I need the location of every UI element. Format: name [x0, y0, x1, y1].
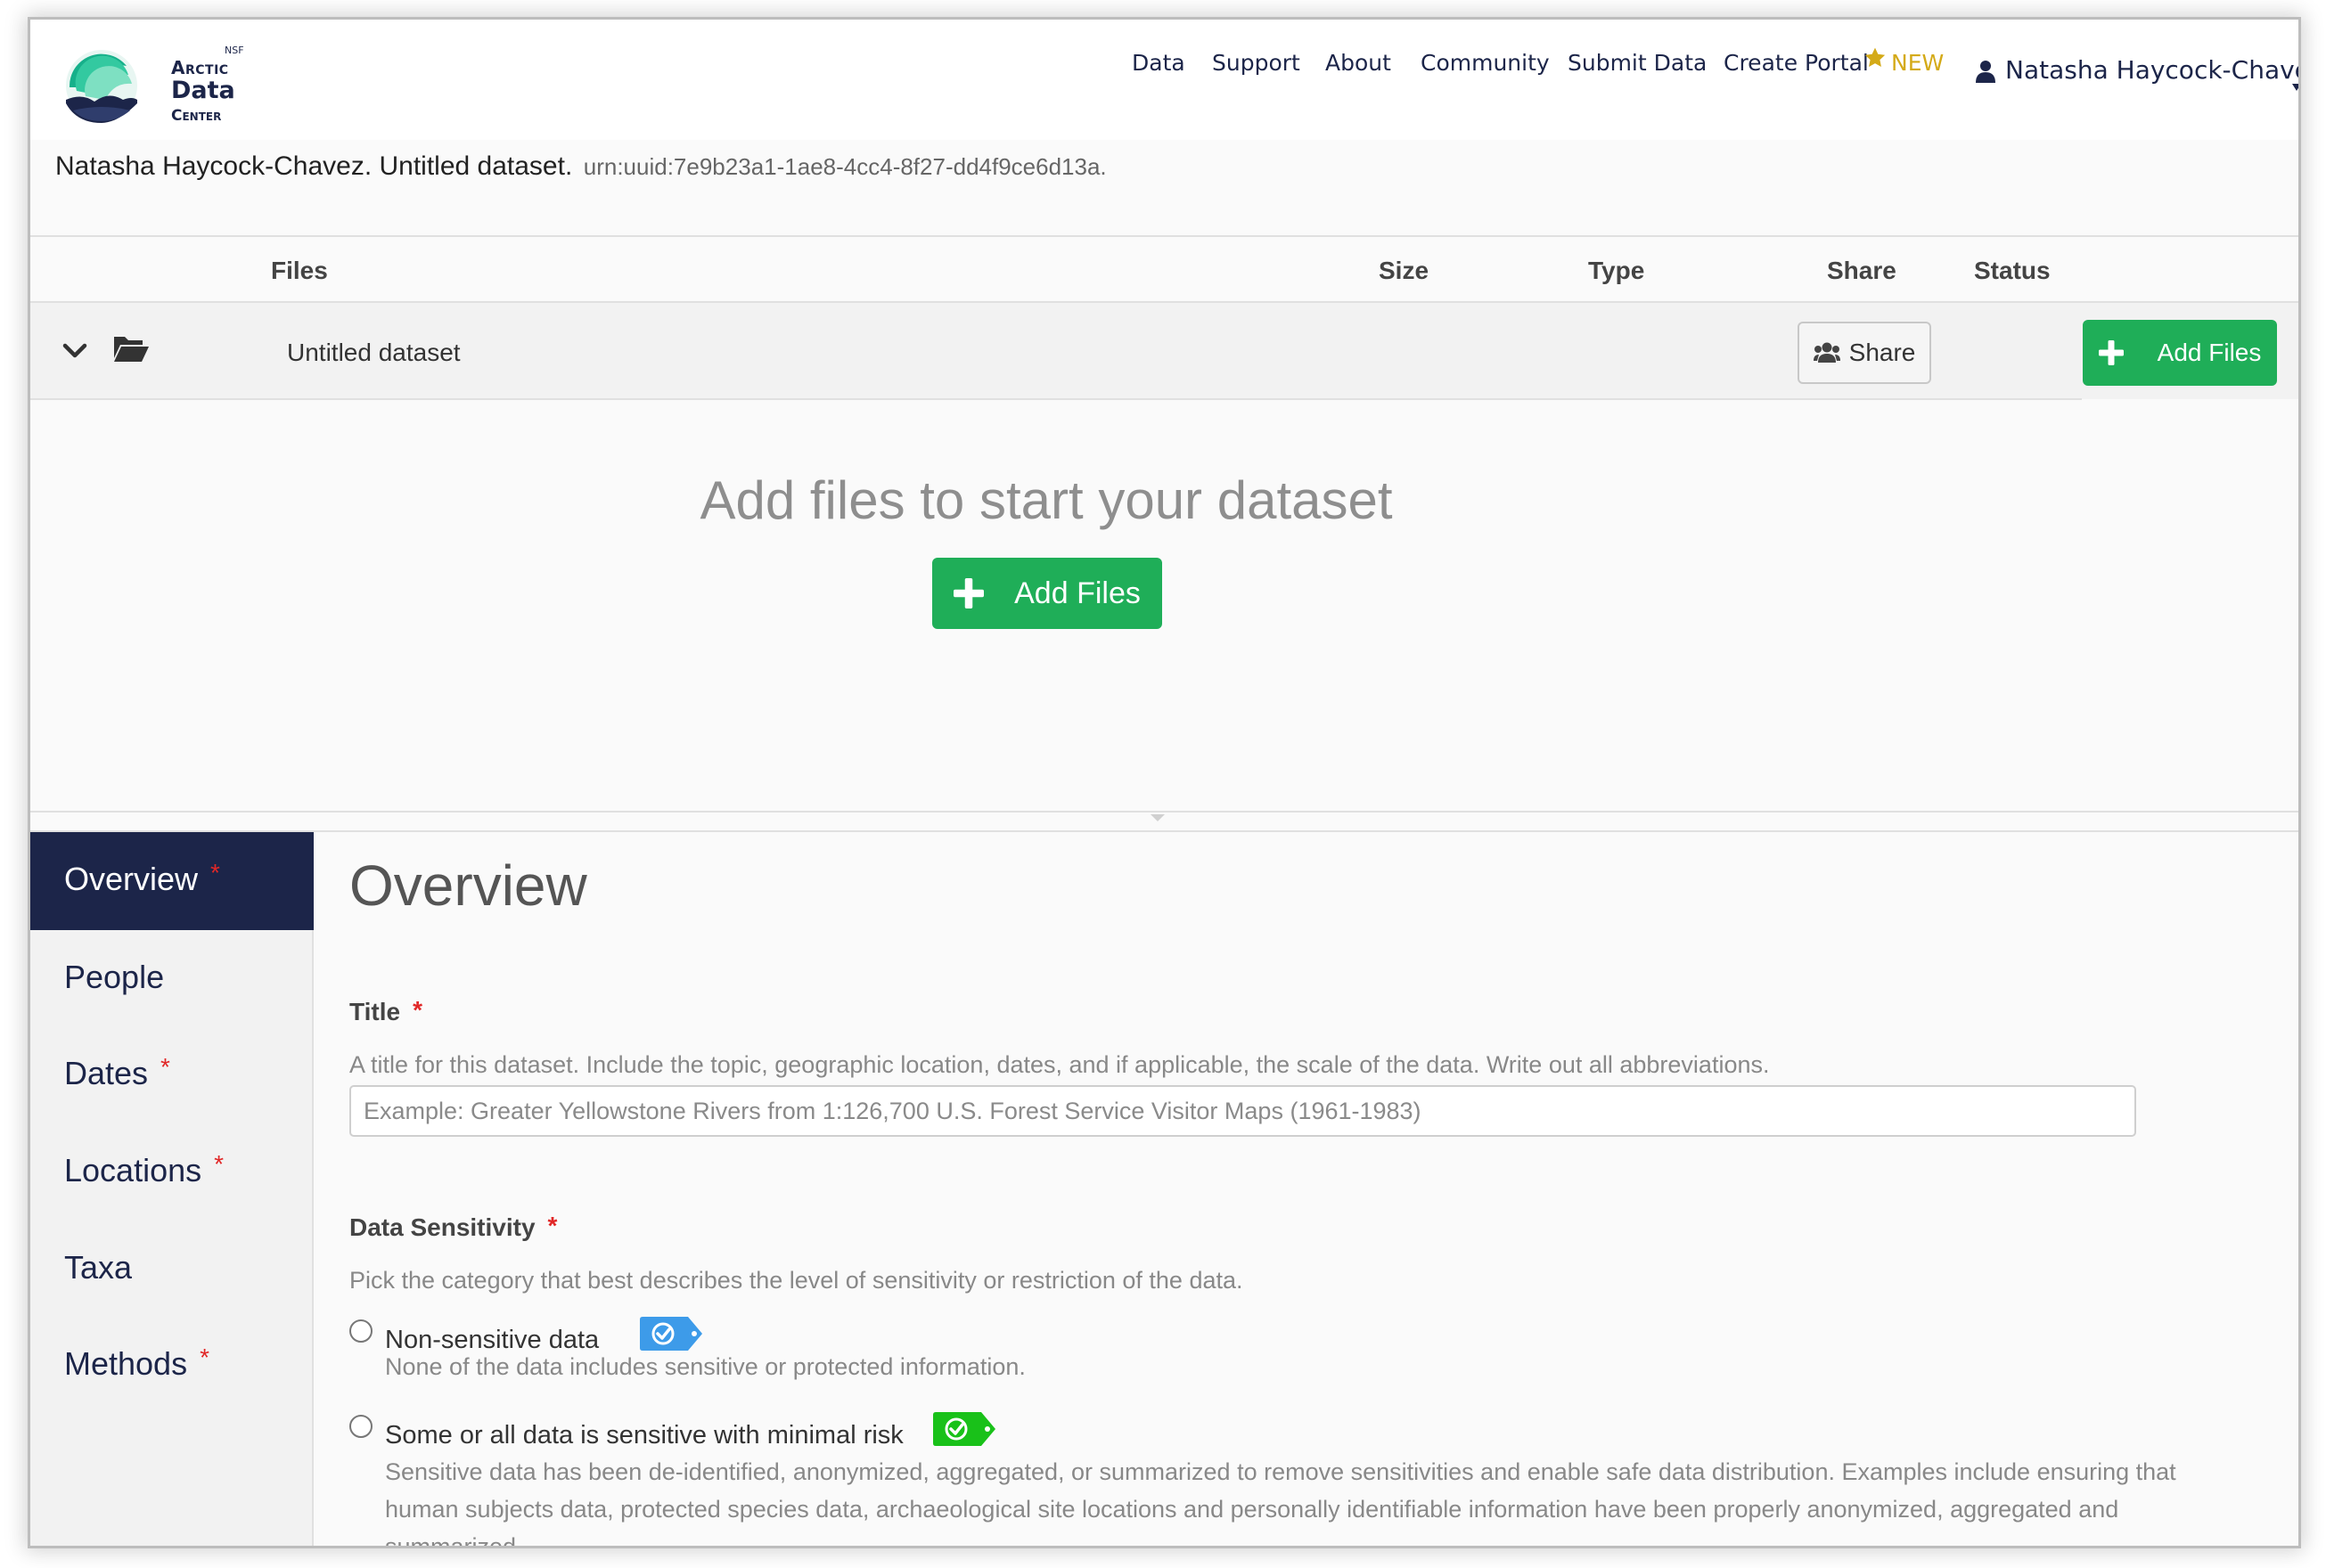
browser-window: NSF Arctic Data Center Data Support Abou…	[30, 20, 2298, 1546]
col-header-type: Type	[1588, 257, 1645, 284]
logo-nsf: NSF	[225, 45, 244, 56]
empty-state-message: Add files to start your dataset	[700, 470, 1393, 530]
col-header-status: Status	[1974, 257, 2051, 284]
logo-mark-icon	[66, 50, 137, 123]
minimal-risk-radio[interactable]	[349, 1415, 373, 1438]
sidebar-item-locations[interactable]: Locations *	[30, 1123, 314, 1221]
logo-line-center: Center	[171, 107, 222, 125]
sidebar-item-dates[interactable]: Dates *	[30, 1026, 314, 1124]
green-check-tag-icon	[933, 1412, 995, 1446]
user-icon	[1976, 61, 1995, 83]
share-button-label: Share	[1848, 339, 1916, 366]
col-header-share: Share	[1827, 257, 1896, 284]
title-label-text: Title	[349, 998, 401, 1025]
sidebar-item-people[interactable]: People	[30, 930, 314, 1028]
top-navbar: NSF Arctic Data Center Data Support Abou…	[30, 20, 2298, 140]
user-name: Natasha Haycock-Chavez	[2005, 55, 2298, 85]
add-files-primary-button[interactable]: Add Files	[932, 558, 1162, 629]
nav-submit-data[interactable]: Submit Data	[1568, 50, 1707, 76]
nav-data[interactable]: Data	[1132, 50, 1185, 76]
share-button[interactable]: Share	[1798, 322, 1931, 384]
sidebar-item-label: Methods	[64, 1345, 188, 1382]
required-marker: *	[214, 1150, 225, 1178]
data-sensitivity-label: Data Sensitivity *	[349, 1212, 558, 1242]
sidebar-item-methods[interactable]: Methods *	[30, 1317, 314, 1415]
sidebar-item-label: People	[64, 959, 165, 995]
nav-community[interactable]: Community	[1421, 50, 1550, 76]
title-input[interactable]	[349, 1085, 2136, 1137]
required-marker: *	[547, 1212, 558, 1239]
divider	[30, 235, 2298, 237]
citation-text: Natasha Haycock-Chavez. Untitled dataset…	[55, 151, 573, 181]
nav-create-portal[interactable]: Create Portal	[1724, 50, 1869, 76]
non-sensitive-radio[interactable]	[349, 1319, 373, 1343]
sidebar-item-label: Taxa	[64, 1249, 133, 1286]
nav-about[interactable]: About	[1325, 50, 1391, 76]
sidebar-item-overview[interactable]: Overview *	[30, 832, 314, 930]
col-header-files: Files	[271, 257, 328, 284]
required-marker: *	[210, 859, 220, 886]
sidebar-item-label: Locations	[64, 1152, 202, 1188]
chevron-down-icon[interactable]	[62, 343, 87, 359]
dataset-name[interactable]: Untitled dataset	[287, 339, 461, 367]
splitter-arrow-icon[interactable]	[1149, 813, 1167, 823]
users-icon	[1813, 342, 1840, 363]
add-files-primary-label: Add Files	[1014, 576, 1141, 610]
caret-down-icon[interactable]	[2292, 84, 2298, 91]
data-sensitivity-help-text: Pick the category that best describes th…	[349, 1267, 1243, 1294]
plus-icon	[954, 578, 985, 608]
star-icon	[1864, 47, 1886, 67]
required-marker: *	[413, 996, 422, 1024]
logo-line-arctic: Arctic	[171, 57, 229, 78]
logo-line-data: Data	[171, 77, 235, 104]
sidebar-item-label: Dates	[64, 1055, 149, 1091]
divider	[30, 398, 2082, 400]
add-files-button[interactable]: Add Files	[2083, 320, 2277, 386]
plus-icon	[2098, 340, 2124, 365]
minimal-risk-label[interactable]: Some or all data is sensitive with minim…	[385, 1421, 904, 1450]
add-files-label: Add Files	[2157, 339, 2262, 366]
user-menu[interactable]: Natasha Haycock-Chavez	[1975, 55, 2298, 85]
nav-support[interactable]: Support	[1212, 50, 1300, 76]
required-marker: *	[200, 1343, 209, 1371]
non-sensitive-description: None of the data includes sensitive or p…	[385, 1353, 1026, 1380]
section-heading: Overview	[349, 853, 587, 918]
new-badge: NEW	[1891, 50, 1945, 76]
sidebar-item-label: Overview	[64, 861, 199, 897]
sidebar-item-taxa[interactable]: Taxa	[30, 1221, 314, 1319]
blue-check-tag-icon	[640, 1317, 702, 1351]
minimal-risk-description: Sensitive data has been de-identified, a…	[385, 1458, 2176, 1546]
section-sidebar: Overview * People Dates * Locations * Taxa …	[30, 832, 314, 1546]
arctic-data-center-logo[interactable]: NSF Arctic Data Center	[64, 39, 244, 137]
divider	[30, 830, 2298, 832]
data-sensitivity-label-text: Data Sensitivity	[349, 1213, 536, 1241]
dataset-citation: Natasha Haycock-Chavez. Untitled dataset…	[55, 151, 1107, 182]
title-help-text: A title for this dataset. Include the to…	[349, 1051, 1770, 1078]
title-label: Title *	[349, 996, 422, 1026]
col-header-size: Size	[1379, 257, 1429, 284]
folder-open-icon	[114, 337, 149, 362]
required-marker: *	[160, 1053, 170, 1081]
citation-identifier: urn:uuid:7e9b23a1-1ae8-4cc4-8f27-dd4f9ce…	[583, 153, 1107, 180]
